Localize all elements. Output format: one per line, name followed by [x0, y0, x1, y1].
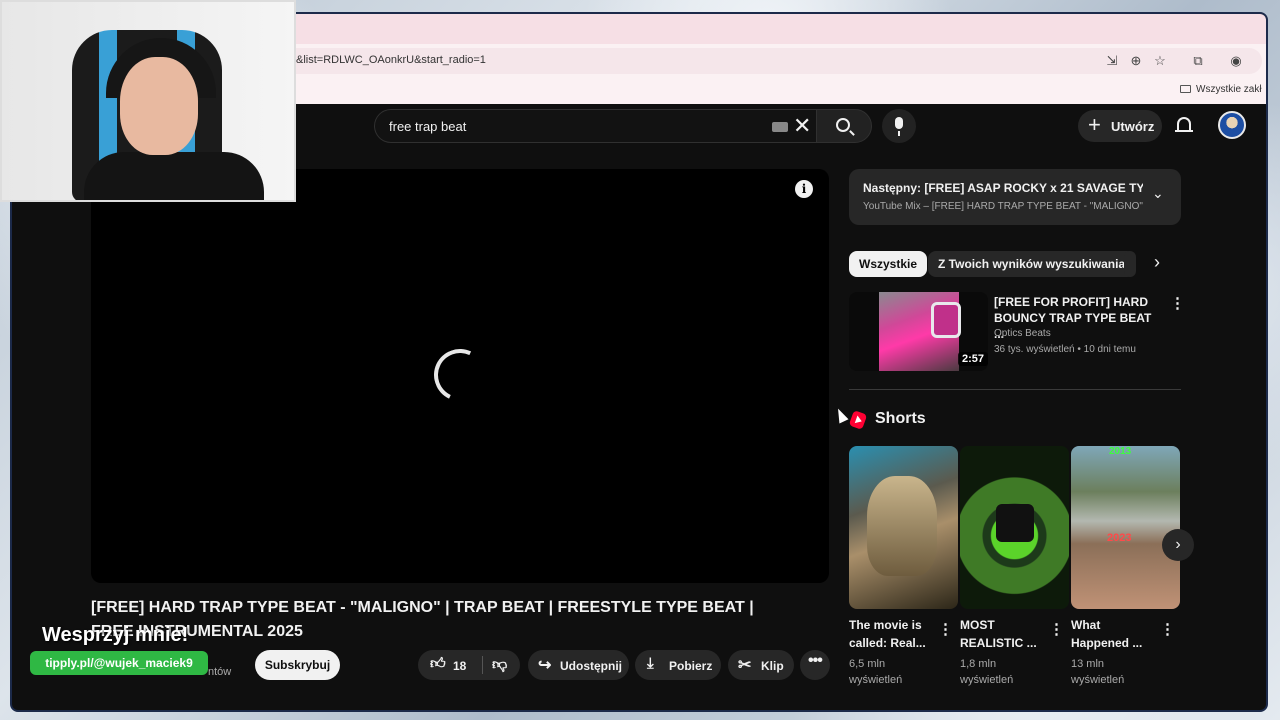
- kebab-menu-icon[interactable]: ⋮: [1049, 620, 1064, 638]
- kebab-menu-icon[interactable]: ⋮: [1160, 620, 1175, 638]
- short-thumbnail-1[interactable]: [849, 446, 958, 609]
- subscribe-button[interactable]: Subskrybuj: [255, 650, 340, 680]
- shorts-icon: [848, 410, 868, 430]
- short-title-3[interactable]: What Happened ...: [1071, 616, 1153, 652]
- dislike-icon[interactable]: 👎︎: [492, 656, 507, 674]
- short-thumbnail-3[interactable]: 2013 2023: [1071, 446, 1180, 609]
- kebab-menu-icon[interactable]: ⋮: [1170, 294, 1185, 312]
- clip-button[interactable]: ✂ Klip: [728, 650, 794, 680]
- chevron-down-icon[interactable]: ⌄: [1152, 185, 1164, 202]
- robot-face-image: [867, 476, 937, 576]
- more-icon: •••: [808, 652, 823, 669]
- video-title: [FREE] HARD TRAP TYPE BEAT - "MALIGNO" |…: [91, 599, 754, 640]
- share-icon: ↪: [538, 657, 552, 674]
- short-views-3: 13 mln wyświetleń: [1071, 658, 1125, 686]
- download-label: Pobierz: [669, 659, 713, 673]
- video-player[interactable]: i: [91, 169, 829, 583]
- up-next-subtitle: YouTube Mix – [FREE] HARD TRAP TYPE BEAT…: [863, 201, 1143, 212]
- tip-link-badge: tipply.pl/@wujek_maciek9: [30, 651, 208, 675]
- short-thumbnail-2[interactable]: [960, 446, 1069, 609]
- short-views-1: 6,5 mln wyświetleń: [849, 658, 903, 686]
- video-duration: 2:57: [958, 352, 988, 366]
- share-button[interactable]: ↪ Udostępnij: [528, 650, 629, 680]
- like-icon[interactable]: 👍︎: [430, 655, 446, 673]
- divider: [849, 389, 1181, 390]
- like-dislike-group: 👍︎ 18 👎︎: [418, 650, 520, 680]
- folder-icon: [1180, 85, 1191, 94]
- bookmarks-folder[interactable]: Wszystkie zakł: [1180, 84, 1262, 95]
- short-views-2: 1,8 mln wyświetleń: [960, 658, 1014, 686]
- zoom-icon[interactable]: ⊕: [1126, 51, 1146, 71]
- up-next-panel[interactable]: Następny: [FREE] ASAP ROCKY x 21 SAVAGE …: [849, 169, 1181, 225]
- year-tag-bottom: 2023: [1107, 532, 1132, 544]
- streamer-body: [84, 152, 264, 200]
- scissors-icon: ✂: [738, 657, 752, 674]
- kebab-menu-icon[interactable]: ⋮: [938, 620, 953, 638]
- omnitrix-core-image: [996, 504, 1034, 542]
- more-actions-button[interactable]: •••: [800, 650, 830, 680]
- account-avatar[interactable]: [1218, 111, 1246, 139]
- short-title-2[interactable]: MOST REALISTIC ...: [960, 616, 1042, 652]
- mouse-cursor-icon: [833, 406, 849, 424]
- extensions-icon[interactable]: ⧉: [1188, 51, 1208, 71]
- chip-all[interactable]: Wszystkie: [849, 251, 928, 277]
- clear-search-icon[interactable]: ✕: [793, 114, 811, 138]
- chip-from-search[interactable]: Z Twoich wyników wyszukiwania: [928, 251, 1136, 277]
- download-icon: ⤓: [647, 655, 654, 672]
- chevron-right-icon[interactable]: ›: [1154, 252, 1160, 273]
- share-label: Udostępnij: [560, 659, 622, 673]
- chip-partial[interactable]: [1124, 251, 1136, 277]
- recommendation-meta: 36 tys. wyświetleń • 10 dni temu: [994, 344, 1136, 355]
- search-button[interactable]: [816, 109, 872, 143]
- notifications-bell-icon[interactable]: [1174, 115, 1194, 137]
- like-divider: [482, 656, 483, 674]
- channel-subscribers: ntów: [208, 666, 232, 678]
- watch-image: [931, 302, 961, 338]
- voice-search-button[interactable]: [882, 109, 916, 143]
- install-icon[interactable]: ⇲: [1102, 51, 1122, 71]
- streamer-face: [120, 57, 198, 155]
- shorts-next-button[interactable]: ›: [1162, 529, 1194, 561]
- search-icon: [836, 118, 850, 132]
- webcam-overlay: [0, 0, 296, 202]
- year-tag-top: 2013: [1109, 446, 1132, 457]
- download-button[interactable]: ⤓ Pobierz: [635, 650, 721, 680]
- recommendation-thumbnail[interactable]: 2:57: [849, 292, 988, 371]
- recommendation-channel[interactable]: Optics Beats: [994, 328, 1051, 339]
- profile-icon[interactable]: ◉: [1226, 51, 1246, 71]
- short-title-1[interactable]: The movie is called: Real...: [849, 616, 931, 652]
- search-query[interactable]: free trap beat: [389, 119, 466, 134]
- create-button[interactable]: + Utwórz: [1078, 110, 1162, 142]
- microphone-icon: [895, 117, 903, 136]
- bookmarks-folder-label: Wszystkie zakł: [1196, 84, 1262, 95]
- search-input[interactable]: free trap beat ✕: [374, 109, 816, 143]
- info-icon[interactable]: i: [795, 180, 813, 198]
- support-text: Wesprzyj mnie!: [42, 624, 189, 646]
- create-label: Utwórz: [1111, 119, 1155, 134]
- bookmark-star-icon[interactable]: ☆: [1150, 51, 1170, 71]
- shorts-heading: Shorts: [875, 410, 926, 427]
- up-next-title: Następny: [FREE] ASAP ROCKY x 21 SAVAGE …: [863, 181, 1143, 195]
- loading-spinner: [426, 341, 494, 409]
- keyboard-icon[interactable]: [772, 122, 788, 132]
- plus-icon: +: [1088, 112, 1101, 137]
- url-text[interactable]: &list=RDLWC_OAonkrU&start_radio=1: [296, 54, 486, 66]
- thumbnail-image: [879, 292, 961, 371]
- clip-label: Klip: [761, 659, 784, 673]
- like-count[interactable]: 18: [453, 659, 466, 673]
